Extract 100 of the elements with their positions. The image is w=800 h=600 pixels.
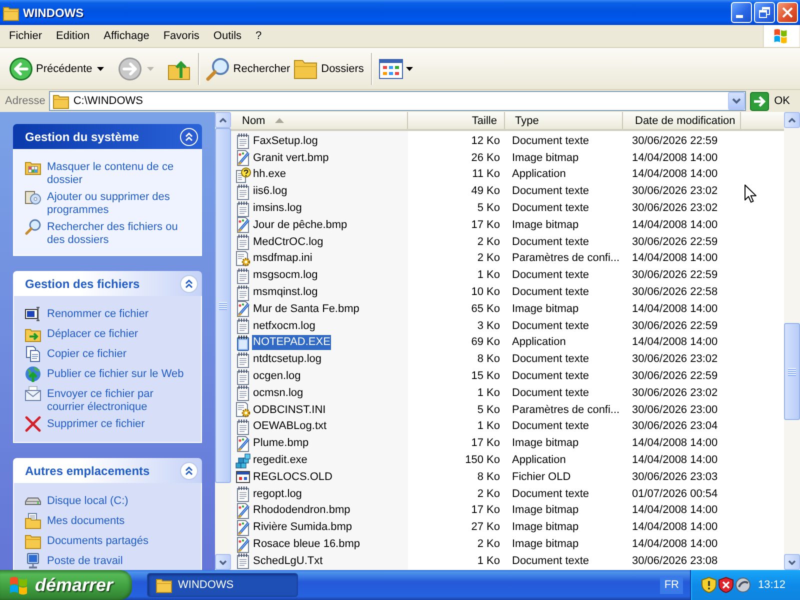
task-link[interactable]: Déplacer ce fichier <box>25 326 195 342</box>
task-link[interactable]: Ajouter ou supprimer des programmes <box>25 189 195 215</box>
file-name[interactable]: ODBCINST.INI <box>252 402 327 418</box>
file-date: 14/04/2008 14:00 <box>632 152 718 165</box>
menu-item[interactable]: Edition <box>49 26 97 46</box>
file-size: 26 Ko <box>471 152 500 165</box>
restore-button[interactable] <box>754 2 775 23</box>
scroll-up-button[interactable] <box>784 112 800 128</box>
file-name[interactable]: SchedLgU.Txt <box>252 554 324 569</box>
back-button[interactable]: Précédente <box>7 54 94 82</box>
column-header[interactable]: Date de modification <box>623 112 741 129</box>
file-name[interactable]: Plume.bmp <box>252 436 310 452</box>
task-link[interactable]: Envoyer ce fichier par courrier électronique <box>25 386 195 412</box>
menu-item[interactable]: ? <box>248 26 269 46</box>
folders-button[interactable]: Dossiers <box>292 54 366 82</box>
file-date: 01/07/2026 00:54 <box>632 488 718 501</box>
folder-grid-icon <box>25 159 41 175</box>
file-name[interactable]: NOTEPAD.EXE <box>252 335 332 350</box>
folder-icon <box>3 4 19 20</box>
file-size: 17 Ko <box>471 218 500 232</box>
scroll-up-button[interactable] <box>215 112 231 128</box>
file-date: 30/06/2026 22:59 <box>632 370 718 384</box>
file-name[interactable]: OEWABLog.txt <box>252 419 328 434</box>
text-file-icon <box>235 318 251 334</box>
minimize-button[interactable] <box>731 2 752 23</box>
section-title: Autres emplacements <box>25 464 150 478</box>
task-link[interactable]: Disque local (C:) <box>25 493 195 509</box>
task-link[interactable]: Documents partagés <box>25 533 195 549</box>
file-size: 8 Ko <box>477 353 500 366</box>
scrollbar-thumb[interactable] <box>215 128 231 483</box>
file-name[interactable]: regopt.log <box>252 486 303 502</box>
shield-warning-icon[interactable] <box>701 577 717 593</box>
file-name[interactable]: netfxocm.log <box>252 318 316 334</box>
file-name[interactable]: hh.exe <box>252 167 288 182</box>
scrollbar[interactable] <box>784 112 800 570</box>
file-name[interactable]: Jour de pêche.bmp <box>252 218 348 233</box>
file-name[interactable]: regedit.exe <box>252 453 308 468</box>
file-name[interactable]: ocmsn.log <box>252 386 304 401</box>
address-label: Adresse <box>5 95 46 107</box>
file-name[interactable]: Granit vert.bmp <box>252 150 330 166</box>
file-type: Image bitmap <box>512 521 579 534</box>
chevron-down-icon <box>219 560 227 564</box>
task-link[interactable]: Masquer le contenu de ce dossier <box>25 159 195 185</box>
file-name[interactable]: imsins.log <box>252 201 303 216</box>
scrollbar[interactable] <box>215 112 231 570</box>
file-date: 30/06/2026 22:59 <box>632 320 718 333</box>
taskbar-button[interactable]: WINDOWS <box>147 573 298 597</box>
file-name[interactable]: Rivière Sumida.bmp <box>252 520 354 536</box>
file-name[interactable]: ntdtcsetup.log <box>252 352 322 368</box>
column-header[interactable]: Type <box>505 112 623 129</box>
scrollbar-thumb[interactable] <box>784 323 800 420</box>
window-file-icon <box>235 469 251 486</box>
menu-item[interactable]: Favoris <box>156 26 206 46</box>
file-name[interactable]: msdfmap.ini <box>252 251 314 266</box>
task-link[interactable]: Publier ce fichier sur le Web <box>25 366 195 382</box>
language-indicator[interactable]: FR <box>660 576 683 594</box>
file-date: 14/04/2008 14:00 <box>632 504 718 518</box>
address-field[interactable]: C:\WINDOWS <box>49 91 746 111</box>
task-link[interactable]: Poste de travail <box>25 553 195 569</box>
file-date: 30/06/2026 22:59 <box>632 134 718 148</box>
file-date: 30/06/2026 22:59 <box>632 236 718 249</box>
file-size: 2 Ko <box>477 252 500 266</box>
shield-alert-icon[interactable] <box>718 577 734 593</box>
task-link[interactable]: Supprimer ce fichier <box>25 416 195 432</box>
file-type: Paramètres de confi... <box>512 252 620 266</box>
task-link[interactable]: Mes documents <box>25 513 195 529</box>
minimize-icon <box>736 15 742 18</box>
close-button[interactable] <box>777 2 798 23</box>
file-name[interactable]: REGLOCS.OLD <box>252 470 334 485</box>
task-link[interactable]: Copier ce fichier <box>25 346 195 362</box>
menu-item[interactable]: Affichage <box>96 26 156 46</box>
file-name[interactable]: Rosace bleue 16.bmp <box>252 537 362 552</box>
file-name[interactable]: Rhododendron.bmp <box>252 503 352 518</box>
file-name[interactable]: Mur de Santa Fe.bmp <box>252 302 360 317</box>
file-name[interactable]: ocgen.log <box>252 369 302 384</box>
file-name[interactable]: FaxSetup.log <box>252 134 319 149</box>
file-name[interactable]: MedCtrOC.log <box>252 234 324 250</box>
chevron-down-icon <box>788 560 796 564</box>
collapse-icon[interactable] <box>180 274 198 292</box>
task-link[interactable]: Renommer ce fichier <box>25 306 195 322</box>
collapse-icon[interactable] <box>180 462 198 480</box>
disc-icon[interactable] <box>735 577 751 593</box>
menu-item[interactable]: Outils <box>206 26 249 46</box>
scroll-down-button[interactable] <box>215 554 231 570</box>
file-date: 14/04/2008 14:00 <box>632 302 718 316</box>
go-button[interactable]: OK <box>750 92 793 110</box>
image-file-icon <box>235 217 251 234</box>
file-name[interactable]: iis6.log <box>252 184 288 200</box>
file-type: Application <box>512 168 566 182</box>
search-button[interactable]: Rechercher <box>204 54 292 82</box>
menu-item[interactable]: Fichier <box>2 26 50 46</box>
rename-icon <box>25 306 41 322</box>
column-header[interactable]: Nom <box>231 112 408 129</box>
file-name[interactable]: msgsocm.log <box>252 268 319 284</box>
task-link[interactable]: Rechercher des fichiers ou des dossiers <box>25 219 195 245</box>
file-type: Document texte <box>512 353 590 366</box>
scroll-down-button[interactable] <box>784 554 800 570</box>
file-name[interactable]: msmqinst.log <box>252 285 319 300</box>
close-icon <box>782 7 793 18</box>
column-header[interactable]: Taille <box>408 112 505 129</box>
